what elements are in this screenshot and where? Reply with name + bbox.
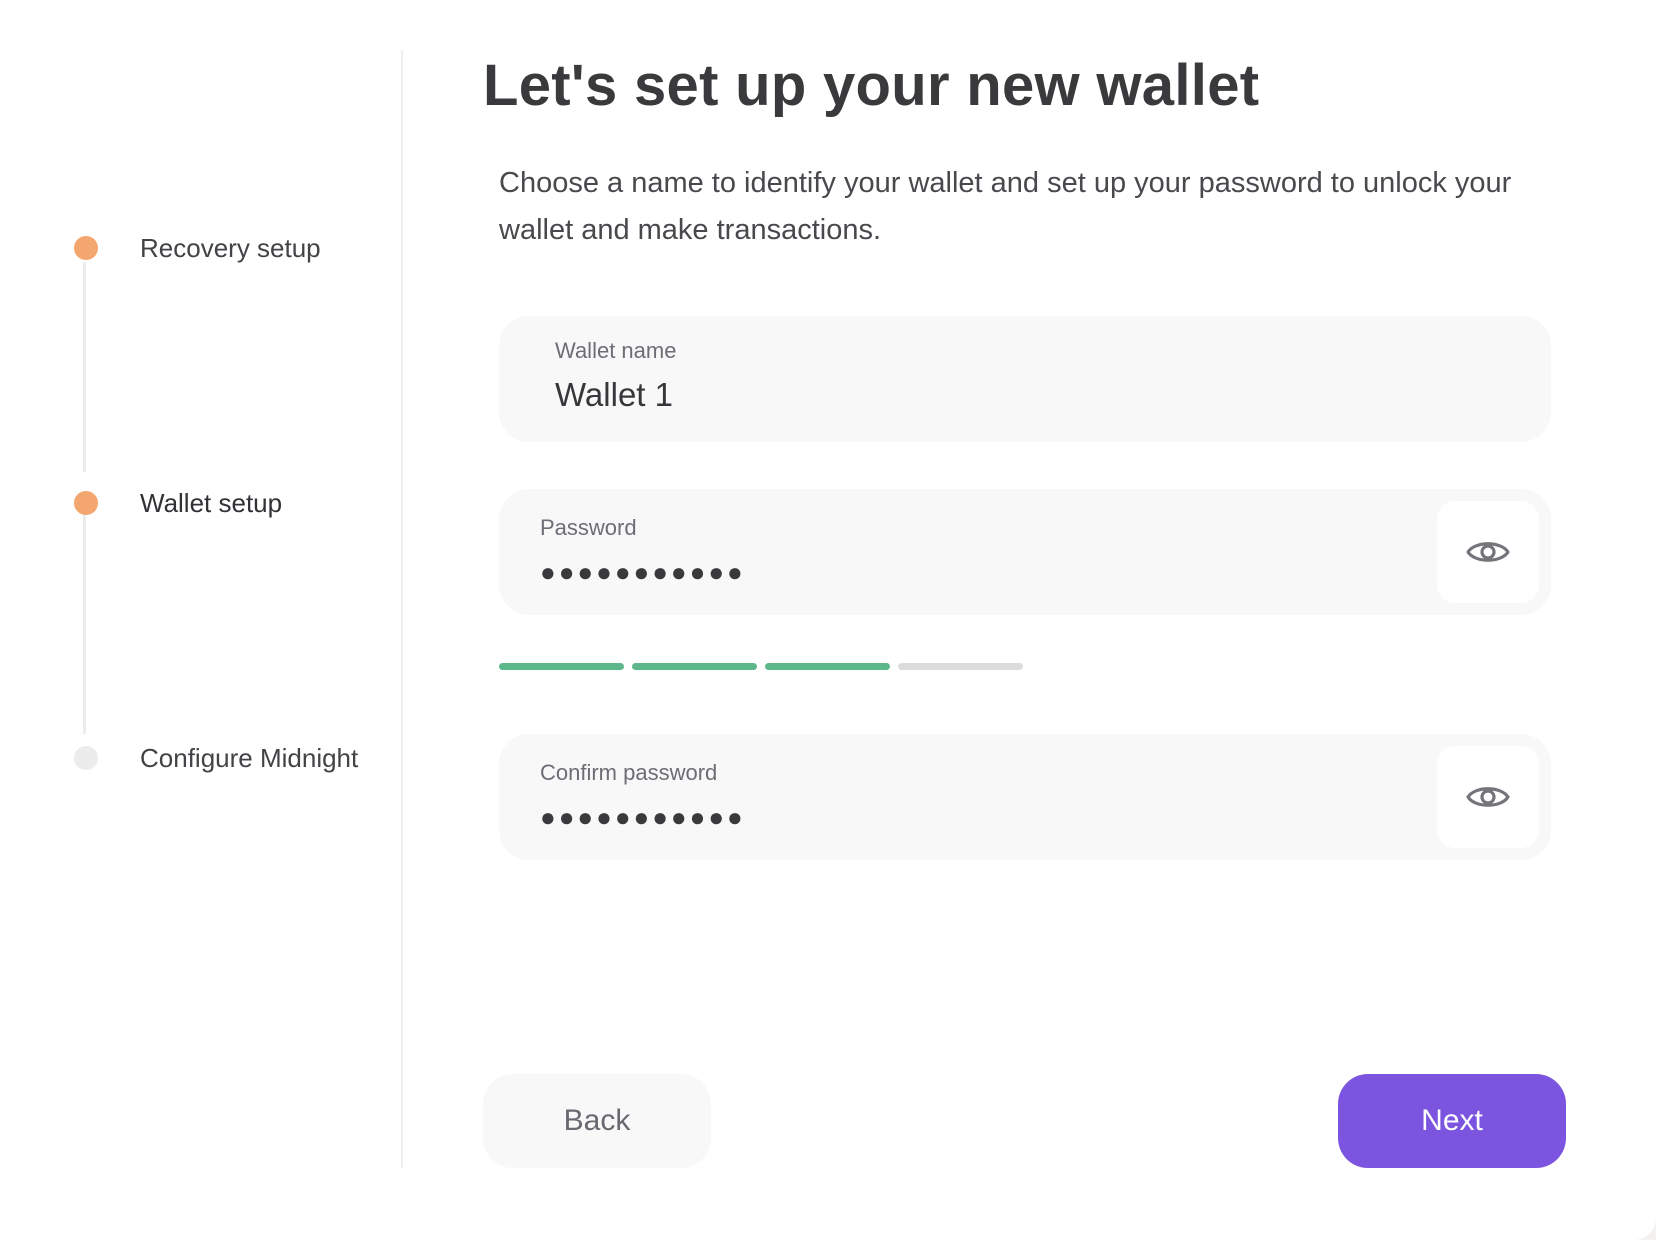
step-label: Configure Midnight [140,742,359,773]
toggle-password-visibility-button[interactable] [1437,501,1539,603]
step-recovery-setup: Recovery setup [74,232,321,263]
step-wallet-setup: Wallet setup [74,487,283,518]
setup-stepper: Recovery setup Wallet setup Configure Mi… [0,0,402,1240]
confirm-password-input[interactable]: ●●●●●●●●●●● [540,802,746,833]
wallet-name-field[interactable]: Wallet name Wallet 1 [499,316,1551,442]
next-button[interactable]: Next [1338,1074,1566,1168]
page-title: Let's set up your new wallet [483,53,1260,118]
back-button[interactable]: Back [483,1074,711,1168]
step-configure-midnight: Configure Midnight [74,742,359,773]
toggle-confirm-password-visibility-button[interactable] [1437,746,1539,848]
password-label: Password [540,515,637,540]
step-status-dot [74,746,98,770]
wallet-name-label: Wallet name [555,338,677,363]
wallet-name-input[interactable]: Wallet 1 [555,376,673,414]
step-status-dot [74,236,98,260]
step-label: Wallet setup [140,487,283,518]
strength-segment [632,663,757,670]
step-connector [83,514,86,734]
page-description: Choose a name to identify your wallet an… [499,167,1512,246]
strength-segment [765,663,890,670]
eye-icon [1466,542,1510,562]
main-content: Let's set up your new wallet Choose a na… [402,0,1656,1240]
password-field[interactable]: Password ●●●●●●●●●●● [499,489,1551,615]
confirm-password-label: Confirm password [540,760,718,785]
step-label: Recovery setup [140,232,321,263]
eye-icon [1466,787,1510,807]
confirm-password-field[interactable]: Confirm password ●●●●●●●●●●● [499,734,1551,860]
strength-segment [499,663,624,670]
password-strength-meter [499,663,1023,670]
app-window: Recovery setup Wallet setup Configure Mi… [0,0,1656,1240]
step-connector [83,262,86,472]
password-input[interactable]: ●●●●●●●●●●● [540,557,746,588]
step-status-dot [74,491,98,515]
strength-segment [898,663,1023,670]
